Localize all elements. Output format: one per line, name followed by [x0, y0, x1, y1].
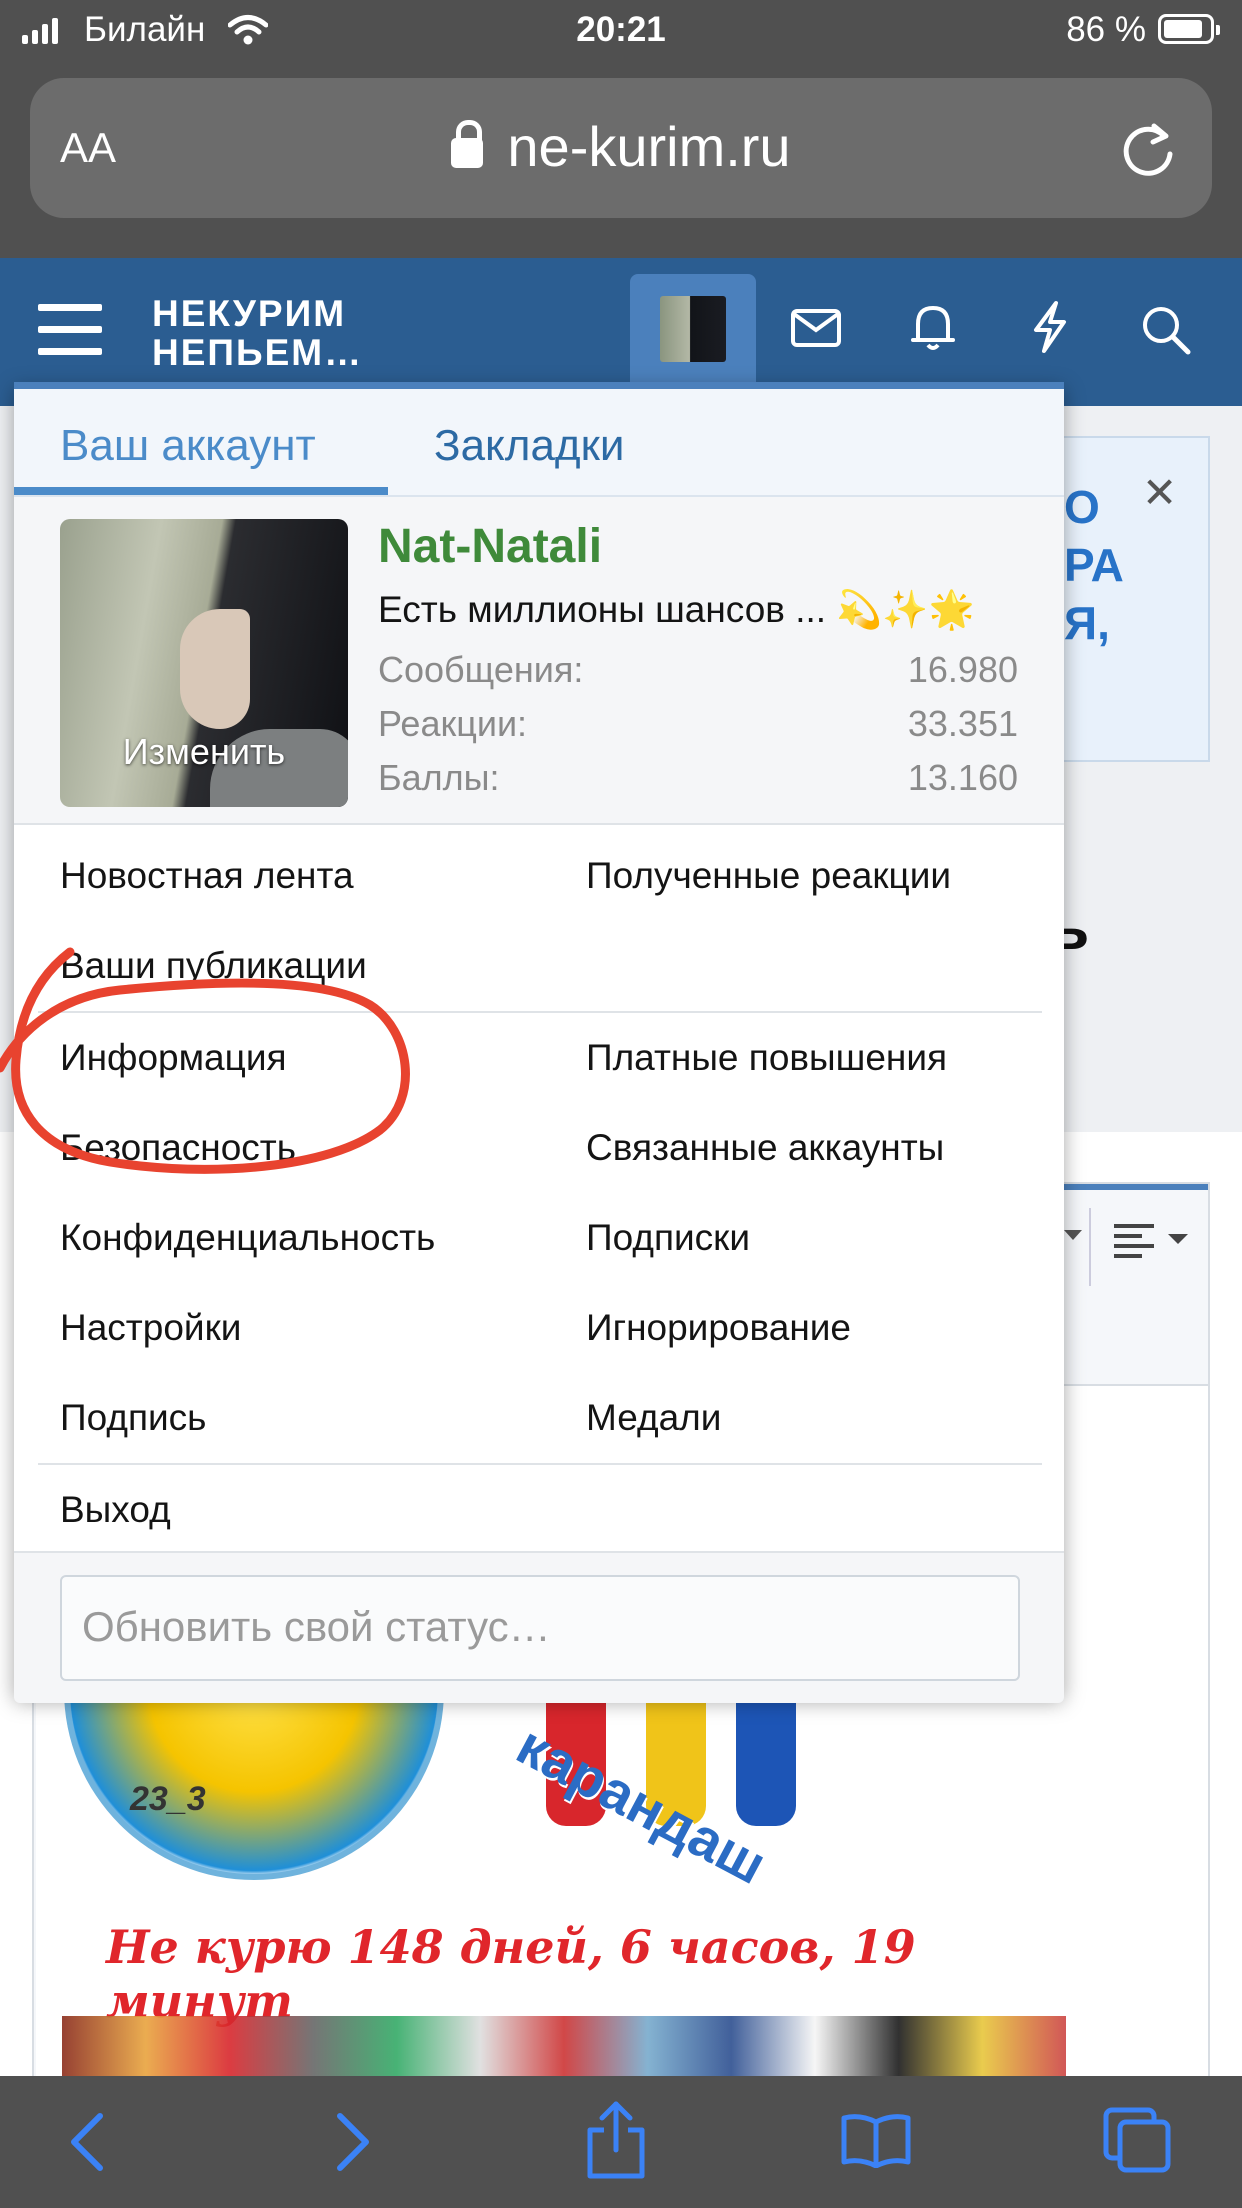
link-received-reactions[interactable]: Полученные реакции [586, 855, 951, 897]
hamburger-menu-icon[interactable] [38, 304, 102, 360]
divider [38, 1463, 1042, 1465]
link-medals[interactable]: Медали [586, 1397, 721, 1439]
url-text: ne-kurim.ru [507, 115, 791, 178]
logo-line-1: НЕКУРИМ [152, 293, 347, 334]
status-update-input[interactable]: Обновить свой статус… [60, 1575, 1020, 1681]
link-following[interactable]: Подписки [586, 1217, 750, 1259]
signature-image-pencils: карандаш [466, 1676, 882, 1896]
signature-image-strip [62, 2016, 1066, 2078]
back-icon[interactable] [66, 2110, 110, 2174]
forward-icon[interactable] [330, 2110, 374, 2174]
url-display[interactable]: ne-kurim.ru [30, 114, 1212, 179]
tab-bookmarks[interactable]: Закладки [434, 421, 624, 471]
active-tab-indicator [14, 487, 388, 495]
banner-text: О РА Я, [1064, 481, 1124, 649]
browser-toolbar [0, 2076, 1242, 2208]
logo-line-2: НЕПЬЕМ… [152, 332, 364, 373]
bookmarks-icon[interactable] [840, 2112, 912, 2168]
link-information[interactable]: Информация [60, 1037, 287, 1079]
link-signature[interactable]: Подпись [60, 1397, 206, 1439]
tab-your-account[interactable]: Ваш аккаунт [60, 421, 316, 471]
site-logo[interactable]: НЕКУРИМ НЕПЬЕМ… [152, 294, 363, 372]
username-link[interactable]: Nat-Natali [378, 519, 602, 574]
inbox-icon[interactable] [790, 308, 842, 348]
stat-messages: Сообщения: 16.980 [378, 649, 1018, 690]
clock: 20:21 [576, 10, 666, 49]
link-your-posts[interactable]: Ваши публикации [60, 945, 367, 987]
link-news-feed[interactable]: Новостная лента [60, 855, 354, 897]
user-status-text: Есть миллионы шансов ... 💫✨🌟 [378, 589, 975, 630]
account-dropdown-menu: Ваш аккаунт Закладки Изменить Nat-Natali… [14, 382, 1064, 1703]
avatar[interactable]: Изменить [60, 519, 348, 807]
status-bar: Билайн 20:21 86 % [0, 0, 1242, 62]
menu-tabs: Ваш аккаунт Закладки [14, 389, 1064, 497]
share-icon[interactable] [584, 2100, 648, 2180]
user-avatar-small [660, 296, 726, 362]
link-connected-accounts[interactable]: Связанные аккаунты [586, 1127, 944, 1169]
lightning-icon[interactable] [1030, 300, 1070, 354]
browser-chrome: Билайн 20:21 86 % AA ne-kurim.ru [0, 0, 1242, 258]
stat-points: Баллы: 13.160 [378, 757, 1018, 798]
bell-icon[interactable] [910, 302, 956, 352]
stat-reactions: Реакции: 33.351 [378, 703, 1018, 744]
link-privacy[interactable]: Конфиденциальность [60, 1217, 435, 1259]
divider [38, 1011, 1042, 1013]
tabs-icon[interactable] [1102, 2106, 1174, 2174]
chevron-down-icon[interactable] [1064, 1230, 1082, 1240]
no-smoking-counter: Не курю 148 дней, 6 часов, 19 минут [62, 1898, 1054, 2028]
link-paid-upgrades[interactable]: Платные повышения [586, 1037, 947, 1079]
align-menu-icon[interactable] [1112, 1222, 1192, 1262]
search-icon[interactable] [1140, 304, 1192, 356]
battery-percent: 86 % [1066, 10, 1146, 49]
reload-icon[interactable] [1120, 118, 1176, 178]
close-icon[interactable]: ✕ [1142, 468, 1177, 517]
logout-link[interactable]: Выход [60, 1489, 171, 1531]
status-update-area: Обновить свой статус… [14, 1551, 1064, 1703]
address-bar[interactable]: AA ne-kurim.ru [30, 78, 1212, 218]
link-security[interactable]: Безопасность [60, 1127, 296, 1169]
battery-icon [1158, 14, 1220, 44]
link-settings[interactable]: Настройки [60, 1307, 241, 1349]
profile-summary: Изменить Nat-Natali Есть миллионы шансов… [14, 497, 1064, 825]
lock-icon [451, 120, 484, 168]
avatar-edit-link[interactable]: Изменить [60, 731, 348, 773]
link-ignoring[interactable]: Игнорирование [586, 1307, 851, 1349]
